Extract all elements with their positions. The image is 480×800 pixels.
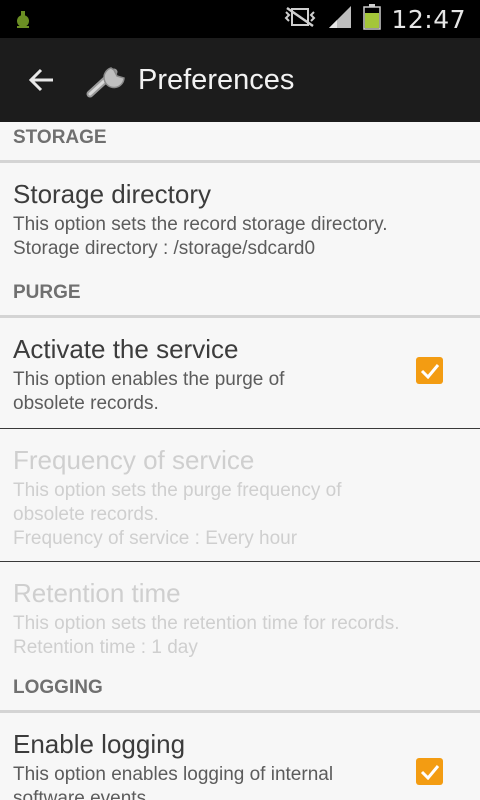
enable-logging-checkbox[interactable] xyxy=(416,758,443,785)
pref-summary: This option enables logging of internal … xyxy=(13,763,390,800)
category-logging: LOGGING xyxy=(0,672,480,713)
summary-line: Frequency of service : Every hour xyxy=(13,528,298,549)
arrow-left-icon xyxy=(28,68,53,92)
check-icon xyxy=(420,764,439,780)
debug-icon xyxy=(14,9,32,34)
summary-line: obsolete records. xyxy=(13,504,159,525)
pref-activate-service[interactable]: Activate the service This option enables… xyxy=(0,318,480,428)
status-bar: 12:47 xyxy=(0,0,480,38)
summary-line: Storage directory : /storage/sdcard0 xyxy=(13,238,316,259)
pref-summary: This option sets the record storage dire… xyxy=(13,213,467,261)
category-storage: STORAGE xyxy=(0,122,480,163)
pref-summary: This option sets the purge frequency of … xyxy=(13,479,467,551)
battery-icon xyxy=(363,3,382,35)
mute-vibrate-icon xyxy=(283,6,317,33)
pref-enable-logging[interactable]: Enable logging This option enables loggi… xyxy=(0,713,480,800)
action-bar: Preferences xyxy=(0,38,480,122)
activate-service-checkbox[interactable] xyxy=(416,357,443,384)
clock-time: 12:47 xyxy=(391,4,466,34)
pref-title: Frequency of service xyxy=(13,445,255,475)
summary-line: This option enables the purge of xyxy=(13,369,285,390)
summary-line: software events. xyxy=(13,788,152,800)
summary-line: obsolete records. xyxy=(13,393,159,414)
pref-title: Retention time xyxy=(13,578,181,608)
check-icon xyxy=(420,363,439,379)
wrench-icon xyxy=(84,58,130,105)
page-title: Preferences xyxy=(138,64,295,96)
summary-line: This option enables logging of internal xyxy=(13,764,334,785)
pref-title: Activate the service xyxy=(13,334,239,364)
summary-line: This option sets the record storage dire… xyxy=(13,214,388,235)
pref-frequency-of-service: Frequency of service This option sets th… xyxy=(0,429,480,561)
back-button[interactable] xyxy=(20,60,64,100)
pref-retention-time: Retention time This option sets the rete… xyxy=(0,562,480,672)
preferences-list: STORAGE Storage directory This option se… xyxy=(0,122,480,800)
pref-summary: This option enables the purge of obsolet… xyxy=(13,368,390,416)
pref-storage-directory[interactable]: Storage directory This option sets the r… xyxy=(0,163,480,277)
summary-line: Retention time : 1 day xyxy=(13,637,198,658)
pref-title: Storage directory xyxy=(13,179,211,209)
summary-line: This option sets the retention time for … xyxy=(13,613,400,634)
summary-line: This option sets the purge frequency of xyxy=(13,480,342,501)
pref-summary: This option sets the retention time for … xyxy=(13,612,467,660)
signal-icon xyxy=(327,5,353,34)
category-purge: PURGE xyxy=(0,277,480,318)
pref-title: Enable logging xyxy=(13,729,186,759)
